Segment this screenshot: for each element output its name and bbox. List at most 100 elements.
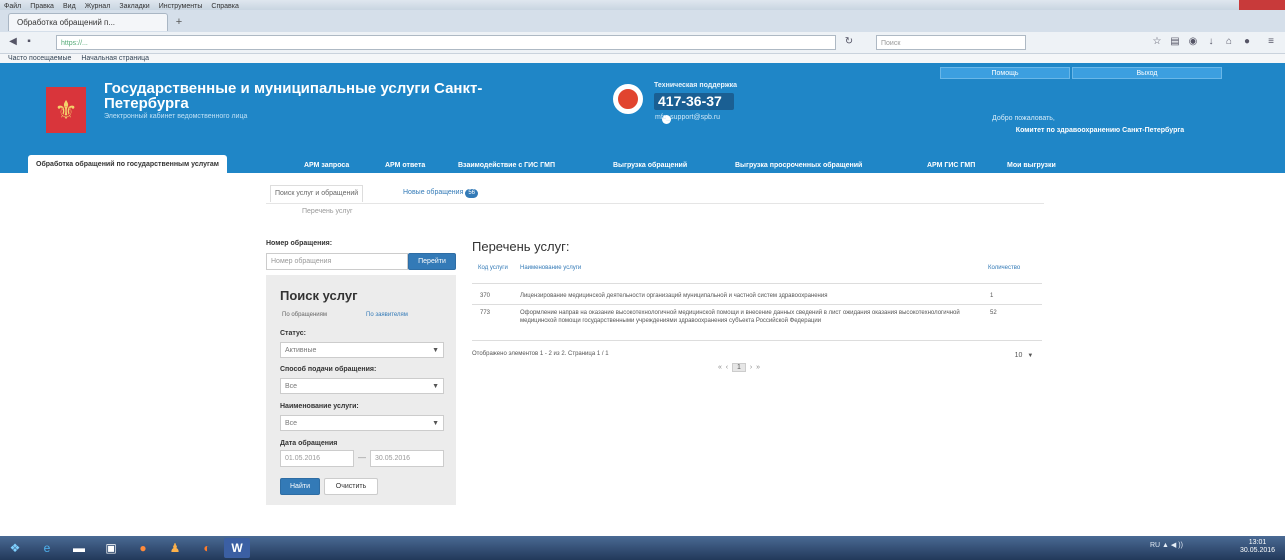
tab-arm-response[interactable]: АРМ ответа (385, 158, 425, 173)
tab-arm-gis-gmp[interactable]: АРМ ГИС ГМП (927, 158, 975, 173)
new-tab-button[interactable]: + (172, 15, 186, 29)
menu-view[interactable]: Вид (63, 3, 76, 10)
help-button[interactable]: Помощь (940, 67, 1070, 79)
start-button-icon[interactable]: ❖ (4, 538, 26, 558)
breadcrumb[interactable]: Перечень услуг (302, 208, 353, 215)
file-explorer-icon[interactable]: ▬ (68, 538, 90, 558)
hamburger-menu-icon[interactable]: ≡ (1264, 35, 1278, 49)
menu-history[interactable]: Журнал (85, 3, 111, 10)
system-tray[interactable]: RU ▲ ◀ )) (1150, 541, 1183, 549)
browser-tabstrip (0, 10, 1285, 32)
subtab-search[interactable]: Поиск услуг и обращений (270, 185, 364, 202)
date-to-input[interactable]: 30.05.2016 (370, 450, 444, 467)
search-button[interactable]: Найти (280, 478, 320, 495)
status-select[interactable]: Активные ▼ (280, 342, 444, 358)
date-separator: — (358, 453, 366, 462)
site-subtitle: Электронный кабинет ведомственного лица (104, 113, 248, 120)
subtab-new-applications[interactable]: Новые обращения 56 (403, 185, 479, 201)
date-from-input[interactable]: 01.05.2016 (280, 450, 354, 467)
home-icon[interactable]: ▪ (22, 35, 36, 49)
reload-icon[interactable]: ↻ (842, 35, 856, 49)
tab-arm-request[interactable]: АРМ запроса (304, 158, 349, 173)
service-name-select[interactable]: Все ▼ (280, 415, 444, 431)
clock-time: 13:01 (1248, 539, 1267, 546)
search-tab-by-applications[interactable]: По обращениям (282, 312, 327, 318)
prev-page-button[interactable]: ‹ (726, 364, 728, 371)
status-label: Статус: (280, 330, 306, 337)
col-count-header[interactable]: Количество (988, 265, 1020, 271)
app-number-label: Номер обращения: (266, 240, 333, 247)
menu-file[interactable]: Файл (4, 3, 21, 10)
first-page-button[interactable]: « (718, 364, 722, 371)
media-player-icon[interactable]: ▣ (100, 538, 122, 558)
spb-coat-of-arms-icon[interactable]: ⚜ (46, 87, 86, 133)
page-size-select[interactable]: 10 ▼ (1006, 349, 1042, 363)
tab-export-overdue[interactable]: Выгрузка просроченных обращений (735, 158, 862, 173)
sync-icon[interactable]: ● (1240, 35, 1254, 49)
site-title[interactable]: Государственные и муниципальные услуги С… (104, 81, 524, 111)
address-bar[interactable]: https://... (56, 35, 836, 50)
support-title: Техническая поддержка (654, 82, 738, 89)
pager-info: Отображено элементов 1 - 2 из 2. Страниц… (472, 351, 609, 357)
tab-export-applications[interactable]: Выгрузка обращений (613, 158, 687, 173)
service-name-label: Наименование услуги: (280, 403, 359, 410)
browser-search-input[interactable]: Поиск (876, 35, 1026, 50)
organization-name: Комитет по здравоохранению Санкт-Петербу… (1015, 127, 1185, 134)
row-2-code: 773 (480, 310, 491, 316)
subtab-new-label: Новые обращения (403, 189, 464, 196)
support-phone: 417-36-37 (654, 93, 734, 124)
row-2-service-link[interactable]: Оформление направ на оказание высокотехн… (520, 309, 960, 325)
date-label: Дата обращения (280, 440, 338, 447)
tab-gis-gmp-interaction[interactable]: Взаимодействие с ГИС ГМП (458, 158, 555, 173)
go-button[interactable]: Перейти (408, 253, 456, 270)
firefox-icon[interactable]: ● (132, 538, 154, 558)
last-page-button[interactable]: » (756, 364, 760, 371)
chevron-down-icon: ▼ (1027, 353, 1034, 359)
bookmark-home[interactable]: Начальная страница (81, 55, 149, 62)
logout-button[interactable]: Выход (1072, 67, 1222, 79)
tab-processing-applications[interactable]: Обработка обращений по государственным у… (28, 155, 227, 174)
bookmark-frequent[interactable]: Часто посещаемые (8, 55, 71, 62)
col-name-header[interactable]: Наименование услуги (520, 265, 581, 271)
services-title: Перечень услуг: (472, 239, 570, 254)
support-phone-number: 417-36-37 (658, 93, 722, 109)
back-icon[interactable]: ◀ (6, 35, 20, 49)
os-taskbar (0, 536, 1285, 560)
window-controls[interactable] (1239, 0, 1285, 10)
menu-bookmarks[interactable]: Закладки (119, 3, 149, 10)
support-email[interactable]: mfc_support@spb.ru (655, 114, 720, 121)
row-1-count[interactable]: 1 (990, 292, 993, 300)
row-1-service-link[interactable]: Лицензирование медицинской деятельности … (520, 292, 960, 300)
menu-help[interactable]: Справка (211, 3, 238, 10)
search-title: Поиск услуг (280, 288, 358, 303)
browser-tab-title: Обработка обращений п... (17, 18, 116, 27)
col-code-header[interactable]: Код услуги (478, 265, 508, 272)
method-value: Все (285, 383, 298, 390)
table-divider (472, 340, 1042, 341)
pocket-icon[interactable]: ◉ (1186, 35, 1200, 49)
page-1-button[interactable]: 1 (732, 363, 746, 372)
app-icon[interactable]: ◐ (196, 538, 218, 558)
browser-tab[interactable]: Обработка обращений п... (8, 13, 168, 31)
word-icon[interactable]: W (224, 538, 250, 558)
clear-button[interactable]: Очистить (324, 478, 378, 495)
home-button-icon[interactable]: ⌂ (1222, 35, 1236, 49)
internet-explorer-icon[interactable]: e (36, 538, 58, 558)
star-icon[interactable]: ☆ (1150, 35, 1164, 49)
method-select[interactable]: Все ▼ (280, 378, 444, 394)
user-icon[interactable]: ♟ (164, 538, 186, 558)
chevron-down-icon: ▼ (432, 383, 439, 390)
tab-my-exports[interactable]: Мои выгрузки (1007, 158, 1056, 173)
app-number-input[interactable]: Номер обращения (266, 253, 408, 270)
chevron-down-icon: ▼ (432, 420, 439, 427)
menu-edit[interactable]: Правка (30, 3, 54, 10)
next-page-button[interactable]: › (750, 364, 752, 371)
download-icon[interactable]: ↓ (1204, 35, 1218, 49)
menu-tools[interactable]: Инструменты (159, 3, 203, 10)
window-titlebar: Файл Правка Вид Журнал Закладки Инструме… (0, 0, 1285, 10)
row-2-count[interactable]: 52 (990, 309, 997, 317)
search-tab-by-applicants[interactable]: По заявителям (366, 312, 408, 318)
pagination: « ‹ 1 › » (718, 363, 760, 372)
library-icon[interactable]: ▤ (1168, 35, 1182, 49)
taskbar-clock[interactable]: 13:01 30.05.2016 (1240, 539, 1275, 555)
